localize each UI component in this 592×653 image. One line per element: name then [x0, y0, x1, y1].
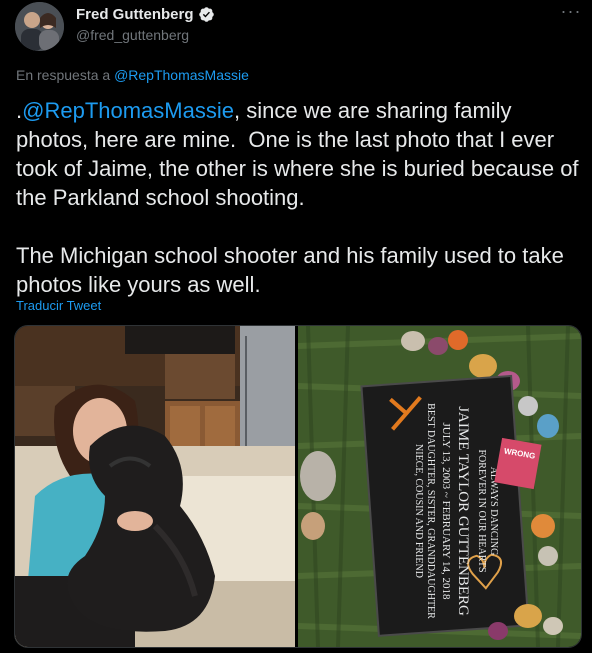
author-handle[interactable]: @fred_guttenberg — [76, 27, 189, 43]
author-name-row[interactable]: Fred Guttenberg — [76, 6, 215, 23]
tweet-text-body: , since we are sharing family photos, he… — [16, 98, 579, 297]
grave-line-5: BEST DAUGHTER, SISTER, GRANDDAUGHTER — [425, 403, 436, 619]
more-options-icon[interactable]: ··· — [556, 2, 586, 24]
reply-mention-link[interactable]: @RepThomasMassie — [114, 67, 249, 83]
author-avatar[interactable] — [15, 2, 64, 51]
grave-line-6: NIECE, COUSIN AND FRIEND — [413, 444, 424, 578]
reply-context: En respuesta a @RepThomasMassie — [16, 67, 249, 83]
grave-line-4: JULY 13, 2003 ~ FEBRUARY 14, 2018 — [440, 423, 452, 600]
reply-prefix: En respuesta a — [16, 67, 115, 83]
verified-badge-icon — [198, 7, 214, 22]
photo-girl-with-dog[interactable] — [15, 326, 295, 647]
grave-line-2: FOREVER IN OUR HEARTS — [476, 449, 487, 572]
tweet-text: .@RepThomasMassie, since we are sharing … — [16, 96, 581, 299]
tweet-mention-link[interactable]: @RepThomasMassie — [22, 98, 234, 123]
author-display-name[interactable]: Fred Guttenberg — [76, 6, 194, 23]
grave-line-3: JAIME TAYLOR GUTTENBERG — [455, 406, 471, 616]
photo-grave[interactable]: ALWAYS DANCING FOREVER IN OUR HEARTS JAI… — [297, 326, 581, 647]
translate-tweet-link[interactable]: Traducir Tweet — [16, 298, 101, 313]
tweet-media[interactable]: ALWAYS DANCING FOREVER IN OUR HEARTS JAI… — [14, 325, 582, 648]
